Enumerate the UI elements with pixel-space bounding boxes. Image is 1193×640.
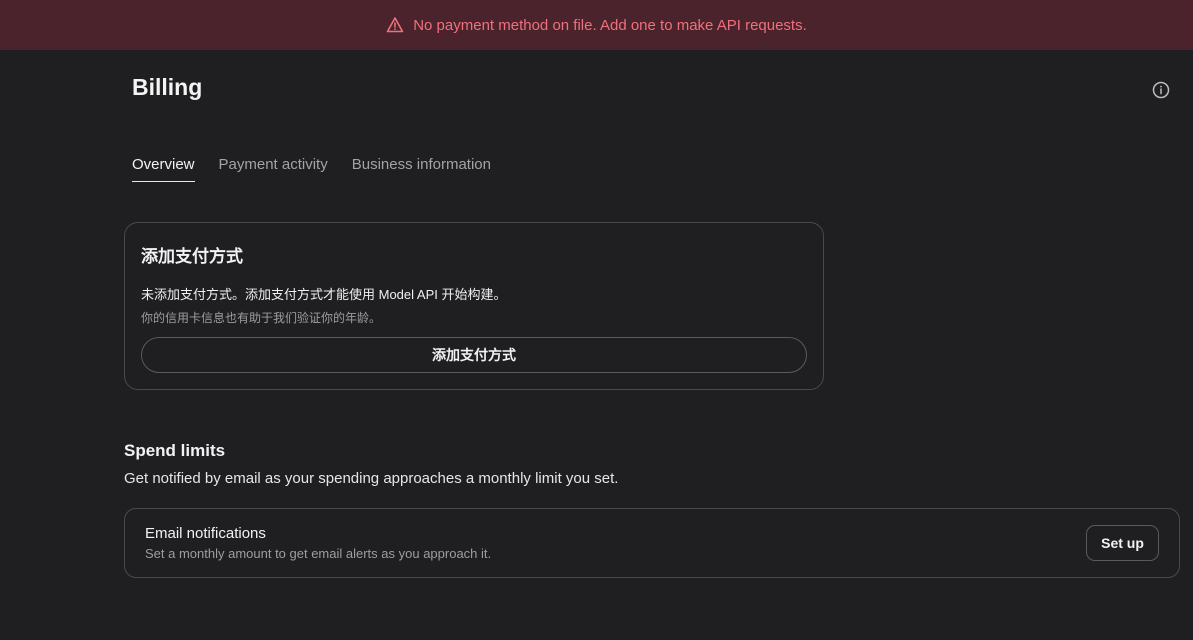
email-notifications-description: Set a monthly amount to get email alerts… — [145, 546, 492, 561]
email-notifications-card: Email notifications Set a monthly amount… — [124, 508, 1180, 578]
page-title: Billing — [132, 74, 203, 100]
tab-overview[interactable]: Overview — [132, 156, 195, 182]
set-up-button[interactable]: Set up — [1086, 525, 1159, 561]
tab-business-information[interactable]: Business information — [352, 156, 491, 182]
warning-triangle-icon — [386, 16, 404, 34]
tab-payment-activity[interactable]: Payment activity — [219, 156, 328, 182]
payment-card-note: 你的信用卡信息也有助于我们验证你的年龄。 — [141, 311, 382, 325]
add-payment-method-button[interactable]: 添加支付方式 — [141, 337, 807, 373]
info-circle-icon[interactable] — [1152, 81, 1170, 99]
payment-card-description: 未添加支付方式。添加支付方式才能使用 Model API 开始构建。 — [141, 287, 507, 302]
spend-limits-title: Spend limits — [124, 441, 226, 460]
banner-text: No payment method on file. Add one to ma… — [413, 16, 807, 34]
payment-card-title: 添加支付方式 — [141, 247, 243, 266]
billing-tabs: Overview Payment activity Business infor… — [132, 156, 515, 182]
payment-warning-banner: No payment method on file. Add one to ma… — [0, 0, 1193, 50]
spend-limits-description: Get notified by email as your spending a… — [124, 470, 619, 487]
add-payment-method-card: 添加支付方式 未添加支付方式。添加支付方式才能使用 Model API 开始构建… — [124, 222, 824, 390]
email-notifications-title: Email notifications — [145, 525, 266, 542]
